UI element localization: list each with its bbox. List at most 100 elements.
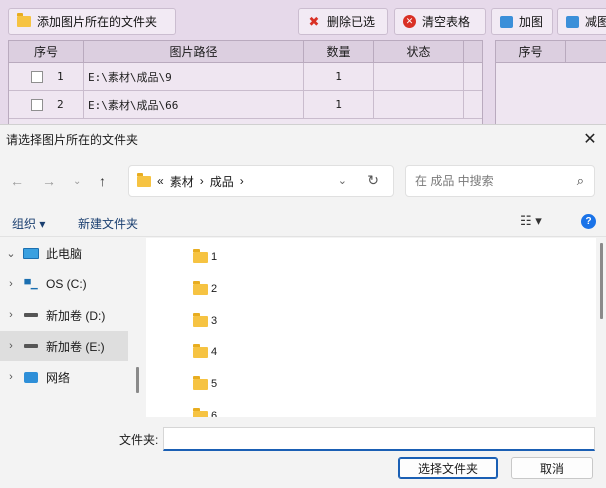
folder-icon <box>193 280 208 295</box>
folder-icon <box>193 343 208 358</box>
tree-item-label: 网络 <box>46 370 71 385</box>
remove-image-button[interactable]: 减图 <box>557 8 606 35</box>
search-box[interactable]: ⌕ <box>405 165 595 197</box>
cancel-button[interactable]: 取消 <box>511 457 593 479</box>
folder-name-input[interactable] <box>163 427 595 451</box>
breadcrumb-separator: › <box>239 174 244 188</box>
folder-icon <box>137 172 151 187</box>
folder-icon <box>193 375 208 390</box>
chevron-right-icon[interactable]: › <box>0 371 22 383</box>
navigation-pane: ⌄ 此电脑 › ▀▁ OS (C:) › 新加卷 (D:) › 新加卷 (E:)… <box>0 238 136 417</box>
address-prefix: « <box>157 174 164 188</box>
add-image-icon <box>500 15 513 28</box>
drive-icon <box>22 339 40 353</box>
file-scrollbar[interactable] <box>600 243 603 319</box>
folder-item-label: 5 <box>211 378 218 390</box>
row-count: 1 <box>304 63 374 90</box>
secondary-table: 序号 <box>495 40 606 124</box>
folder-item[interactable]: 3 <box>193 311 217 331</box>
folder-item[interactable]: 5 <box>193 374 217 394</box>
row-path: E:\素材\成品\66 <box>84 91 304 118</box>
tree-item-label: OS (C:) <box>46 277 87 291</box>
folder-item-label: 6 <box>211 410 218 417</box>
navigation-bar: ← → ⌄ ↑ « 素材 › 成品 › ⌄ ↻ ⌕ <box>0 163 606 199</box>
clear-table-button[interactable]: ✕ 清空表格 <box>394 8 486 35</box>
command-bar: 组织 ▾ 新建文件夹 ☷ ▾ ? <box>0 209 606 237</box>
dialog-titlebar: 请选择图片所在的文件夹 <box>0 125 606 153</box>
refresh-icon[interactable]: ↻ <box>367 172 379 189</box>
select-folder-button[interactable]: 选择文件夹 <box>398 457 498 479</box>
nav-scrollbar[interactable] <box>136 367 139 393</box>
table-row[interactable]: 2 E:\素材\成品\66 1 <box>9 91 482 119</box>
clear-table-label: 清空表格 <box>422 15 471 29</box>
breadcrumb-segment[interactable]: 成品 <box>210 173 234 190</box>
chevron-right-icon[interactable]: › <box>0 278 22 290</box>
close-icon[interactable]: ✕ <box>580 129 600 149</box>
tree-item-drive-d[interactable]: › 新加卷 (D:) <box>0 300 128 330</box>
folder-item[interactable]: 2 <box>193 279 217 299</box>
add-folder-label: 添加图片所在的文件夹 <box>37 15 158 29</box>
drive-icon <box>22 308 40 322</box>
tree-item-label: 新加卷 (E:) <box>46 339 105 354</box>
back-arrow-icon[interactable]: ← <box>10 173 24 189</box>
folder-field-label: 文件夹: <box>119 433 159 447</box>
col-header-index: 序号 <box>9 41 84 62</box>
row-count: 1 <box>304 91 374 118</box>
add-folder-button[interactable]: 添加图片所在的文件夹 <box>8 8 176 35</box>
folder-icon <box>193 407 208 417</box>
delete-selected-button[interactable]: ✖ 删除已选 <box>298 8 388 35</box>
table-row[interactable]: 1 E:\素材\成品\9 1 <box>9 63 482 91</box>
file-list: 1 2 3 4 5 6 <box>146 238 596 417</box>
col-header-status: 状态 <box>374 41 464 62</box>
col-header-count: 数量 <box>304 41 374 62</box>
forward-arrow-icon[interactable]: → <box>42 173 56 189</box>
folder-item-label: 4 <box>211 346 218 358</box>
col-header-path: 图片路径 <box>84 41 304 62</box>
up-arrow-icon[interactable]: ↑ <box>99 173 106 189</box>
folder-picker-dialog: 请选择图片所在的文件夹 ✕ ← → ⌄ ↑ « 素材 › 成品 › ⌄ ↻ ⌕ … <box>0 124 606 488</box>
remove-image-label: 减图 <box>585 15 606 29</box>
table-header: 序号 图片路径 数量 状态 <box>9 41 482 63</box>
organize-menu[interactable]: 组织 ▾ <box>12 215 45 232</box>
network-icon <box>22 370 40 384</box>
folder-item[interactable]: 6 <box>193 406 217 417</box>
row-checkbox[interactable] <box>31 98 43 111</box>
search-icon[interactable]: ⌕ <box>577 173 584 189</box>
tree-item-drive-e[interactable]: › 新加卷 (E:) <box>0 331 128 361</box>
tree-item-os-c[interactable]: › ▀▁ OS (C:) <box>0 269 128 299</box>
row-path: E:\素材\成品\9 <box>84 63 304 90</box>
background-app: 添加图片所在的文件夹 ✖ 删除已选 ✕ 清空表格 加图 减图 序号 图片路径 数… <box>0 0 606 124</box>
chevron-right-icon[interactable]: › <box>0 309 22 321</box>
folder-add-icon <box>17 13 31 29</box>
col-header-index-right: 序号 <box>496 41 566 62</box>
breadcrumb-separator: › <box>199 174 204 188</box>
row-index: 1 <box>57 70 64 83</box>
windows-drive-icon: ▀▁ <box>24 278 38 289</box>
row-checkbox[interactable] <box>31 70 43 83</box>
tree-item-label: 此电脑 <box>46 246 83 261</box>
add-image-label: 加图 <box>519 15 544 29</box>
folder-item[interactable]: 4 <box>193 342 217 362</box>
chevron-down-icon[interactable]: ⌄ <box>0 247 22 260</box>
computer-icon <box>22 246 40 260</box>
tree-item-network[interactable]: › 网络 <box>0 362 128 392</box>
chevron-down-icon[interactable]: ⌄ <box>338 174 347 187</box>
row-index: 2 <box>57 98 64 111</box>
recent-chevron-icon[interactable]: ⌄ <box>73 176 81 187</box>
folder-item[interactable]: 1 <box>193 247 217 267</box>
folder-item-label: 3 <box>211 315 218 327</box>
tree-item-this-pc[interactable]: ⌄ 此电脑 <box>0 238 128 268</box>
address-bar[interactable]: « 素材 › 成品 › ⌄ ↻ <box>128 165 394 197</box>
folder-item-label: 2 <box>211 283 218 295</box>
tree-item-label: 新加卷 (D:) <box>46 308 106 323</box>
new-folder-button[interactable]: 新建文件夹 <box>78 215 138 232</box>
view-icon[interactable]: ☷ ▾ <box>520 213 542 229</box>
breadcrumb-segment[interactable]: 素材 <box>170 173 194 190</box>
add-image-button[interactable]: 加图 <box>491 8 553 35</box>
chevron-right-icon[interactable]: › <box>0 340 22 352</box>
image-table: 序号 图片路径 数量 状态 1 E:\素材\成品\9 1 2 E:\素材\成品\… <box>8 40 483 124</box>
delete-selected-label: 删除已选 <box>327 15 376 29</box>
help-icon[interactable]: ? <box>581 214 596 229</box>
search-input[interactable] <box>406 166 556 196</box>
row-status <box>374 91 464 118</box>
